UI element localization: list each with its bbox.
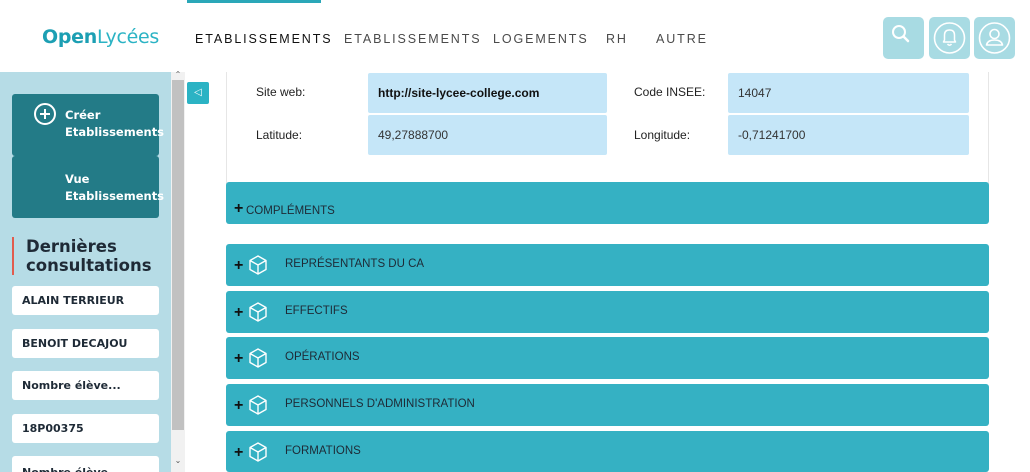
logo-strong: Open — [42, 26, 97, 48]
complements-label: COMPLÉMENTS — [246, 205, 335, 217]
latitude-label: Latitude: — [256, 128, 303, 142]
site-web-value[interactable]: http://site-lycee-college.com — [368, 73, 607, 113]
account-button[interactable] — [974, 17, 1015, 59]
section-label: REPRÉSENTANTS DU CA — [285, 258, 425, 270]
create-etablissement-button[interactable]: Créer Etablissements — [12, 94, 164, 156]
cube-icon — [249, 255, 267, 275]
plus-icon: + — [234, 444, 244, 461]
nav-rh[interactable]: RH — [606, 32, 628, 46]
section-operations[interactable]: + OPÉRATIONS — [226, 337, 989, 379]
site-web-label: Site web: — [256, 85, 306, 99]
cube-icon — [249, 348, 267, 368]
code-insee-value[interactable]: 14047 — [728, 73, 969, 113]
cube-icon — [249, 395, 267, 415]
section-label: PERSONNELS D'ADMINISTRATION — [285, 398, 475, 410]
section-representants-ca[interactable]: + REPRÉSENTANTS DU CA — [226, 244, 989, 286]
view-button-line1: Vue — [65, 172, 90, 186]
cube-icon — [249, 302, 267, 322]
view-button-line2: Etablissements — [65, 189, 165, 203]
create-button-label: Créer Etablissements — [65, 107, 164, 141]
plus-icon: + — [234, 200, 244, 217]
section-label: EFFECTIFS — [285, 305, 348, 317]
plus-icon: + — [234, 304, 244, 321]
logo-rest: Lycées — [96, 26, 159, 48]
plus-icon: + — [234, 397, 244, 414]
plus-icon: + — [234, 350, 244, 367]
bell-icon — [933, 22, 966, 54]
view-button-label: Vue Etablissements — [65, 171, 164, 205]
recent-item[interactable]: Nombre élève... — [12, 456, 159, 472]
recent-item[interactable]: 18P00375 — [12, 414, 159, 443]
scroll-up-arrow[interactable]: ⌃ — [171, 70, 185, 80]
view-etablissements-button[interactable]: Vue Etablissements — [12, 156, 164, 218]
plus-icon: + — [234, 257, 244, 274]
latitude-value[interactable]: 49,27888700 — [368, 115, 607, 155]
search-button[interactable] — [883, 17, 924, 59]
cube-icon — [249, 442, 267, 462]
recent-title-line2: consultations — [26, 256, 152, 275]
plus-circle-icon — [34, 103, 56, 125]
longitude-value[interactable]: -0,71241700 — [728, 115, 969, 155]
top-header: OpenLycées ETABLISSEMENTS ETABLISSEMENTS… — [0, 0, 1030, 72]
nav-autre[interactable]: AUTRE — [656, 32, 708, 46]
recent-item[interactable]: BENOIT DECAJOU — [12, 329, 159, 358]
recent-item[interactable]: Nombre élève... — [12, 371, 159, 400]
section-effectifs[interactable]: + EFFECTIFS — [226, 291, 989, 333]
user-icon — [978, 22, 1011, 54]
collapse-sidebar-button[interactable]: ◁ — [187, 82, 209, 104]
notifications-button[interactable] — [929, 17, 970, 59]
triangle-left-icon: ◁ — [194, 87, 202, 98]
longitude-label: Longitude: — [634, 128, 691, 142]
sidebar: Créer Etablissements Vue Etablissements … — [0, 72, 171, 472]
nav-logements[interactable]: LOGEMENTS — [493, 32, 589, 46]
active-tab-indicator — [187, 0, 321, 3]
section-formations[interactable]: + FORMATIONS — [226, 431, 989, 472]
nav-etablissements[interactable]: ETABLISSEMENTS — [344, 32, 482, 46]
scroll-down-arrow[interactable]: ⌄ — [171, 456, 185, 466]
create-button-line1: Créer — [65, 108, 101, 122]
section-label: FORMATIONS — [285, 445, 361, 457]
sidebar-scrollbar[interactable]: ⌃ ⌄ — [171, 70, 185, 472]
create-button-line2: Etablissements — [65, 125, 165, 139]
etablissement-details-card: Site web: http://site-lycee-college.com … — [226, 72, 989, 184]
section-personnels-administration[interactable]: + PERSONNELS D'ADMINISTRATION — [226, 384, 989, 426]
app-logo[interactable]: OpenLycées — [42, 26, 159, 48]
section-label: OPÉRATIONS — [285, 351, 360, 363]
scrollbar-thumb[interactable] — [172, 80, 184, 430]
recent-item[interactable]: ALAIN TERRIEUR — [12, 286, 159, 315]
nav-etablissements-active[interactable]: ETABLISSEMENTS — [195, 32, 333, 46]
complements-section-header[interactable]: + COMPLÉMENTS — [226, 182, 989, 224]
recent-consultations-title: Dernières consultations — [12, 237, 152, 275]
code-insee-label: Code INSEE: — [634, 85, 706, 99]
search-icon — [892, 25, 910, 43]
recent-title-line1: Dernières — [26, 237, 117, 256]
